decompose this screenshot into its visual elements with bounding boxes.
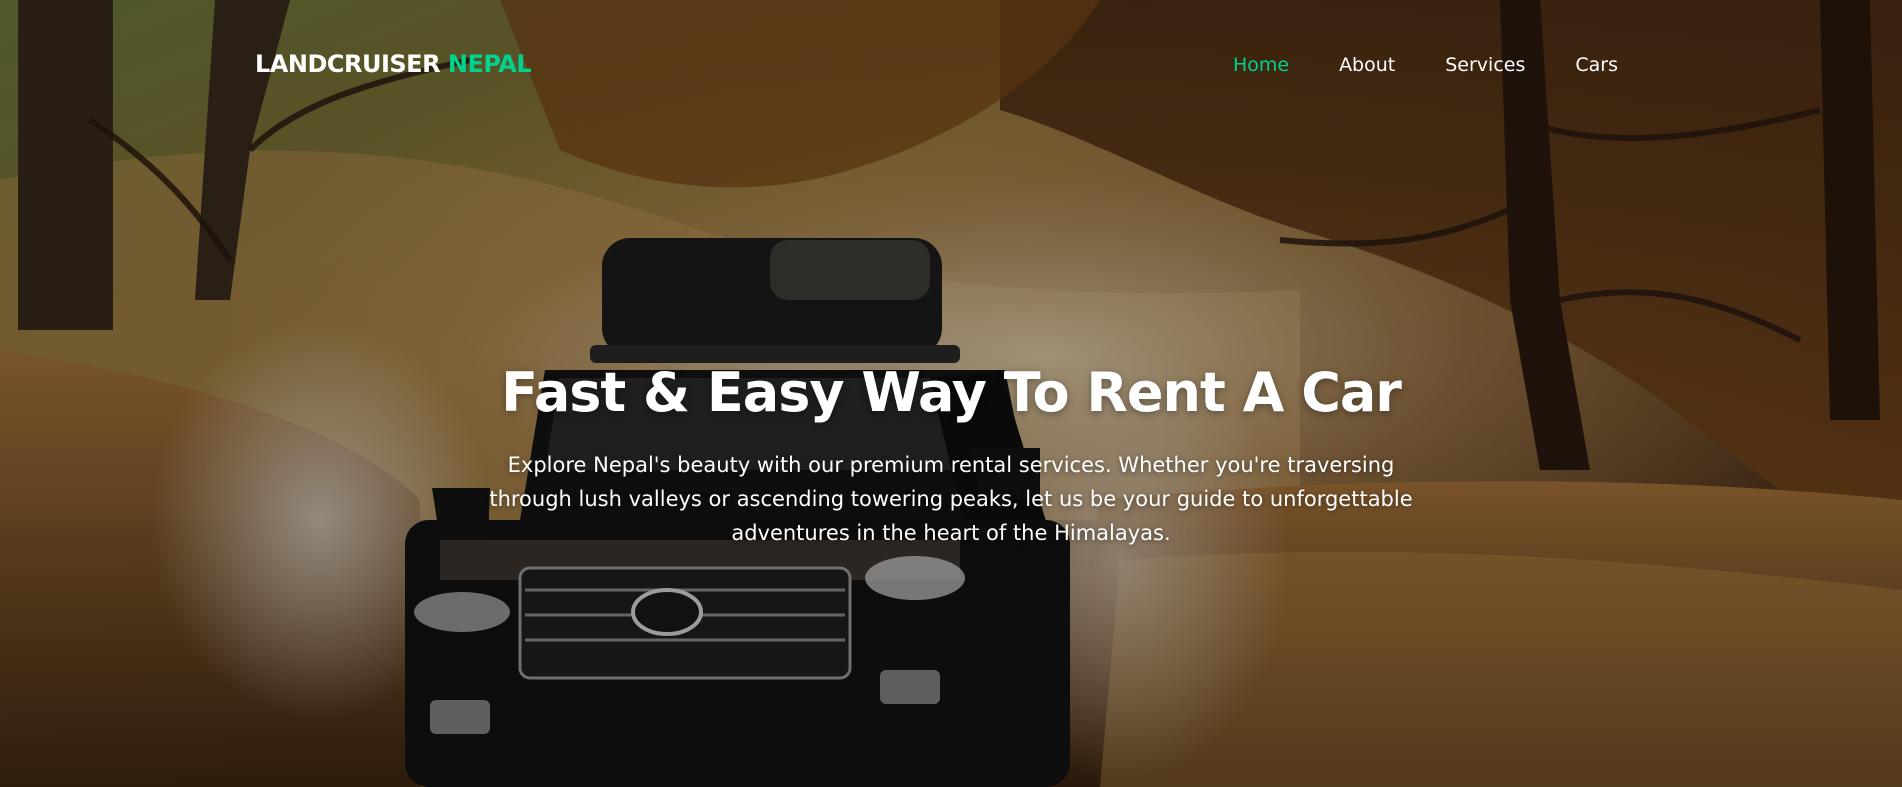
hero-title: Fast & Easy Way To Rent A Car bbox=[501, 361, 1402, 424]
navbar: LANDCRUISER NEPAL Home About Services Ca… bbox=[0, 0, 1902, 132]
brand-name-accent: NEPAL bbox=[447, 50, 532, 78]
hero-content: Fast & Easy Way To Rent A Car Explore Ne… bbox=[451, 358, 1451, 550]
brand-name-main: LANDCRUISER bbox=[255, 50, 441, 78]
nav-links: Home About Services Cars bbox=[1183, 54, 1618, 76]
hero-description: Explore Nepal's beauty with our premium … bbox=[489, 453, 1413, 545]
nav-link-about[interactable]: About bbox=[1339, 54, 1395, 76]
hero-section: LANDCRUISER NEPAL Home About Services Ca… bbox=[0, 0, 1902, 787]
nav-link-cars[interactable]: Cars bbox=[1575, 54, 1618, 76]
nav-link-services[interactable]: Services bbox=[1445, 54, 1525, 76]
brand-logo[interactable]: LANDCRUISER NEPAL bbox=[255, 50, 532, 78]
nav-link-home[interactable]: Home bbox=[1233, 54, 1289, 76]
